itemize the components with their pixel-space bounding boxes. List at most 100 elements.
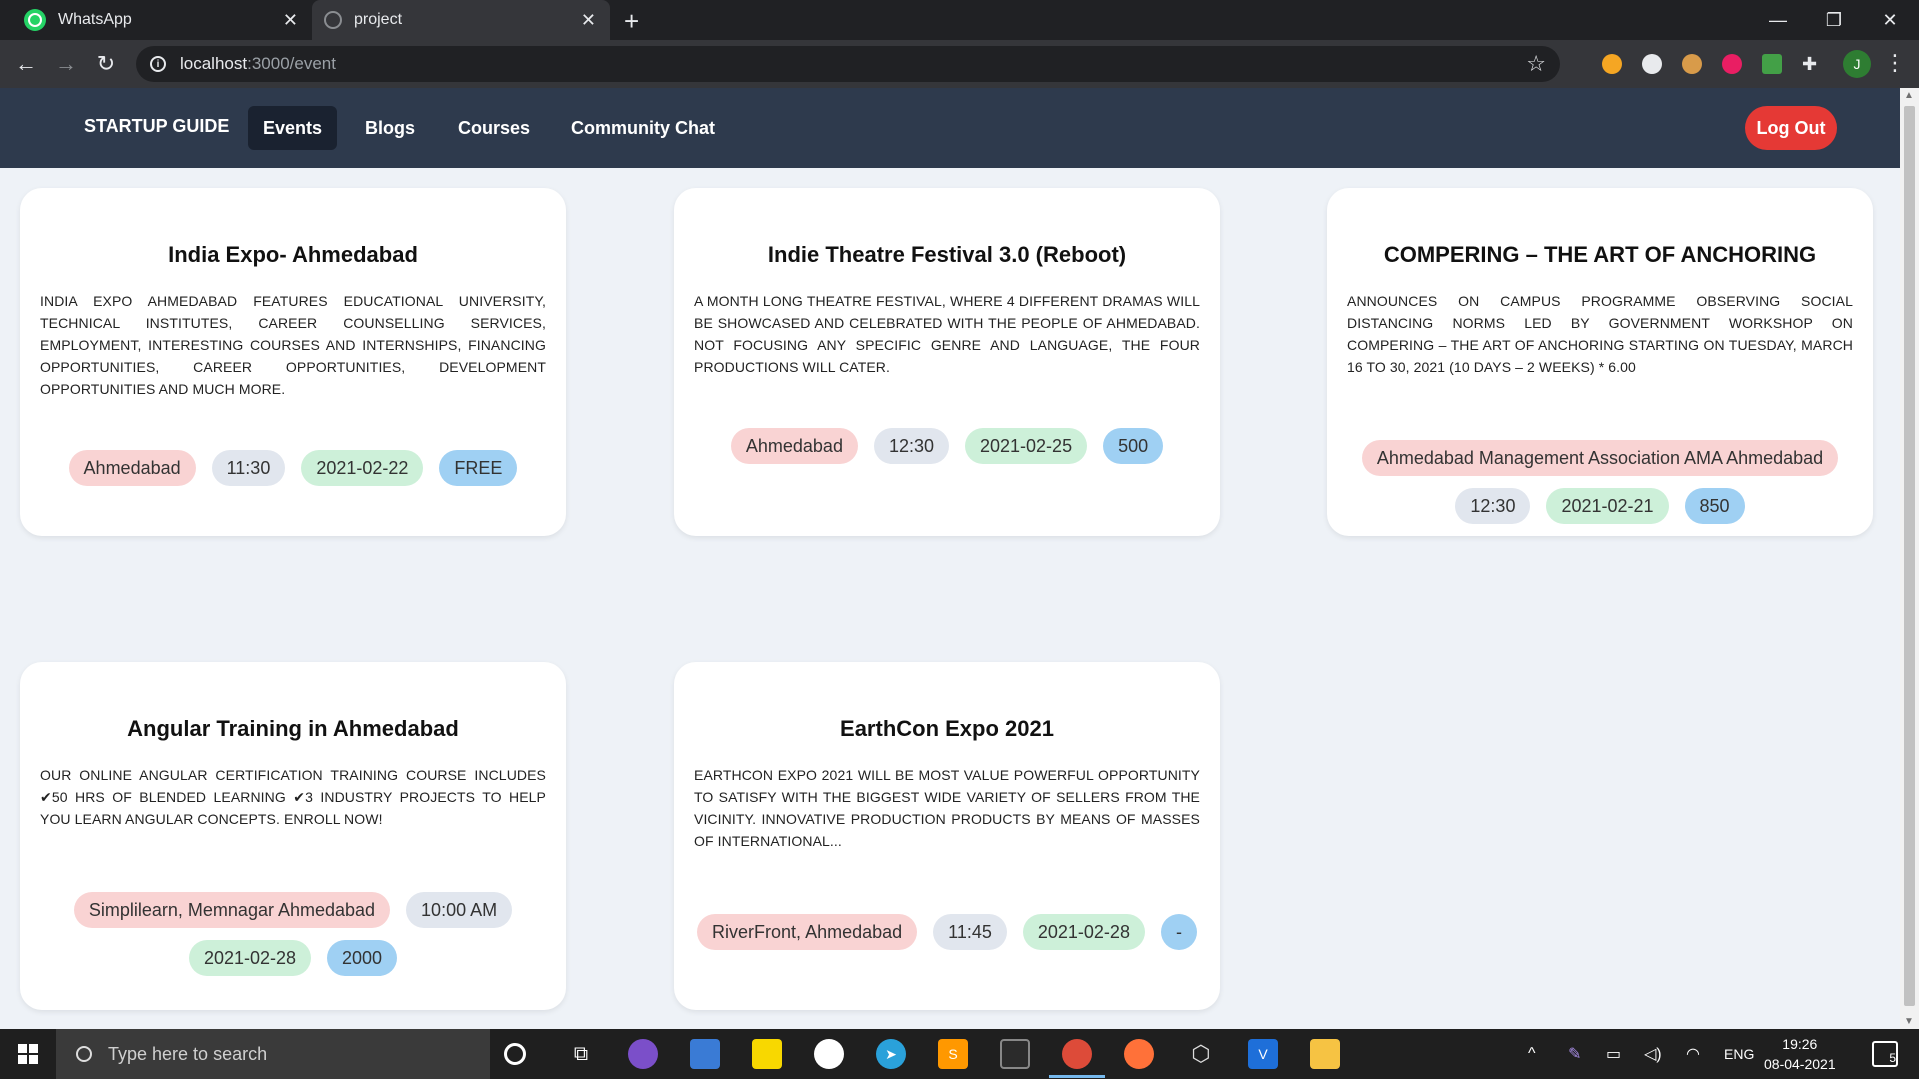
date-badge: 2021-02-25 <box>965 428 1088 464</box>
minimize-icon[interactable]: — <box>1750 0 1806 40</box>
price-badge: 500 <box>1103 428 1164 464</box>
event-card[interactable]: Indie Theatre Festival 3.0 (Reboot) A mo… <box>674 188 1220 536</box>
forward-icon[interactable]: → <box>50 48 82 80</box>
event-title: Angular Training in Ahmedabad <box>127 716 459 741</box>
search-icon <box>76 1046 92 1062</box>
time-badge: 11:30 <box>211 450 286 486</box>
virtualbox-icon[interactable]: ⬡ <box>1186 1039 1216 1069</box>
reload-icon[interactable]: ↻ <box>90 48 122 80</box>
event-title: Indie Theatre Festival 3.0 (Reboot) <box>767 242 1127 267</box>
sticky-notes-icon[interactable] <box>752 1039 782 1069</box>
sublime-text-icon[interactable]: S <box>938 1039 968 1069</box>
event-title: India Expo- Ahmedabad <box>168 242 418 267</box>
tab-project[interactable]: project ✕ <box>312 0 610 40</box>
menu-icon[interactable]: ⋮ <box>1884 50 1906 76</box>
location-badge: Ahmedabad Management Association AMA Ahm… <box>1361 440 1839 476</box>
tray-expand-icon[interactable]: ^ <box>1528 1029 1536 1079</box>
event-card[interactable]: India Expo- Ahmedabad India Expo Ahmedab… <box>20 188 566 536</box>
nav-link-courses[interactable]: Courses <box>443 106 545 150</box>
scroll-down-icon[interactable]: ▼ <box>1904 1016 1914 1027</box>
url-bar[interactable]: i localhost:3000/event ☆ <box>136 46 1560 82</box>
profile-avatar[interactable]: J <box>1843 50 1871 78</box>
price-badge: 850 <box>1684 488 1745 524</box>
extension-icon[interactable] <box>1762 54 1782 74</box>
info-icon[interactable]: i <box>150 56 166 72</box>
event-description: India Expo Ahmedabad features Educationa… <box>40 293 546 397</box>
cookie-extension-icon[interactable] <box>1682 54 1702 74</box>
date-badge: 2021-02-21 <box>1546 488 1669 524</box>
price-badge: FREE <box>439 450 518 486</box>
notification-center-icon[interactable]: 5 <box>1872 1041 1898 1067</box>
vs-code-icon[interactable]: V <box>1248 1039 1278 1069</box>
event-title: COMPERING – THE ART OF ANCHORING <box>1383 242 1817 267</box>
date-badge: 2021-02-28 <box>1022 914 1145 950</box>
close-tab-icon[interactable]: ✕ <box>581 10 596 31</box>
cortana-icon[interactable] <box>504 1043 526 1065</box>
wifi-icon[interactable]: ◠ <box>1686 1029 1700 1079</box>
terminal-icon[interactable] <box>1000 1039 1030 1069</box>
tab-whatsapp[interactable]: WhatsApp ✕ <box>12 0 312 40</box>
brand-logo[interactable]: STARTUP GUIDE <box>84 116 229 137</box>
location-badge: Simplilearn, Memnagar Ahmedabad <box>73 892 391 928</box>
telegram-icon[interactable]: ➤ <box>876 1039 906 1069</box>
nav-link-events[interactable]: Events <box>248 106 338 150</box>
taskbar-search[interactable]: Type here to search <box>56 1029 490 1079</box>
url-path: :3000/event <box>247 54 336 73</box>
time-badge: 12:30 <box>1455 488 1531 524</box>
search-placeholder: Type here to search <box>108 1043 268 1064</box>
extension-icon[interactable] <box>1642 54 1662 74</box>
address-toolbar: ← → ↻ i localhost:3000/event ☆ ✚ J ⋮ <box>0 40 1919 88</box>
feather-app-icon[interactable] <box>628 1039 658 1069</box>
event-card[interactable]: EarthCon Expo 2021 EarthCon Expo 2021 wi… <box>674 662 1220 1010</box>
extension-icon[interactable] <box>1602 54 1622 74</box>
event-description: A month long theatre festival, where 4 d… <box>694 293 1200 375</box>
event-description: Our online Angular certification trainin… <box>40 767 546 827</box>
battery-icon[interactable]: ▭ <box>1606 1029 1621 1079</box>
nav-link-community-chat[interactable]: Community Chat <box>556 106 730 150</box>
event-card[interactable]: Angular Training in Ahmedabad Our online… <box>20 662 566 1010</box>
price-badge: - <box>1160 914 1197 950</box>
tab-title: project <box>354 11 403 28</box>
event-description: EarthCon Expo 2021 will be most value po… <box>694 767 1200 849</box>
logout-button[interactable]: Log Out <box>1745 106 1837 150</box>
event-tags: RiverFront, Ahmedabad 11:45 2021-02-28 - <box>694 914 1200 950</box>
time-badge: 10:00 AM <box>406 892 513 928</box>
file-transfer-icon[interactable] <box>690 1039 720 1069</box>
windows-taskbar: Type here to search ⧉ ➤ S ⬡ V ^ ✎ ▭ ◁) ◠… <box>0 1029 1919 1079</box>
back-icon[interactable]: ← <box>10 48 42 80</box>
page-viewport: STARTUP GUIDE Events Blogs Courses Commu… <box>0 88 1900 1029</box>
date-badge: 2021-02-22 <box>301 450 424 486</box>
file-explorer-icon[interactable] <box>1310 1039 1340 1069</box>
volume-icon[interactable]: ◁) <box>1644 1029 1662 1079</box>
new-tab-icon[interactable]: + <box>624 6 639 37</box>
task-view-icon[interactable]: ⧉ <box>566 1039 596 1069</box>
time-badge: 12:30 <box>873 428 949 464</box>
event-title: EarthCon Expo 2021 <box>840 716 1054 741</box>
close-tab-icon[interactable]: ✕ <box>283 10 298 31</box>
close-window-icon[interactable]: ✕ <box>1862 0 1918 40</box>
scroll-up-icon[interactable]: ▲ <box>1904 90 1914 101</box>
event-description: Announces on campus programme observing … <box>1347 293 1853 375</box>
globe-icon <box>324 11 342 29</box>
page-scrollbar[interactable]: ▲ ▼ <box>1900 88 1919 1029</box>
taskbar-clock[interactable]: 19:26 08-04-2021 <box>1764 1034 1836 1074</box>
site-navbar: STARTUP GUIDE Events Blogs Courses Commu… <box>0 88 1900 168</box>
mongodb-icon[interactable] <box>814 1039 844 1069</box>
location-badge: Ahmedabad <box>730 428 858 464</box>
bookmark-star-icon[interactable]: ☆ <box>1526 51 1546 77</box>
tray-app-icon[interactable]: ✎ <box>1568 1029 1581 1079</box>
firefox-icon[interactable] <box>1124 1039 1154 1069</box>
event-card[interactable]: COMPERING – THE ART OF ANCHORING Announc… <box>1327 188 1873 536</box>
restore-icon[interactable]: ❐ <box>1806 0 1862 40</box>
nav-link-blogs[interactable]: Blogs <box>350 106 430 150</box>
puzzle-extensions-icon[interactable]: ✚ <box>1802 54 1822 74</box>
windows-start-icon[interactable] <box>18 1044 38 1064</box>
extension-icon[interactable] <box>1722 54 1742 74</box>
url-host: localhost <box>180 54 248 73</box>
chrome-icon[interactable] <box>1062 1039 1092 1069</box>
language-indicator[interactable]: ENG <box>1724 1029 1754 1079</box>
scroll-thumb[interactable] <box>1904 106 1915 1006</box>
active-app-indicator <box>1049 1075 1105 1078</box>
event-tags: Simplilearn, Memnagar Ahmedabad 10:00 AM… <box>40 892 546 976</box>
tab-title: WhatsApp <box>58 11 132 28</box>
